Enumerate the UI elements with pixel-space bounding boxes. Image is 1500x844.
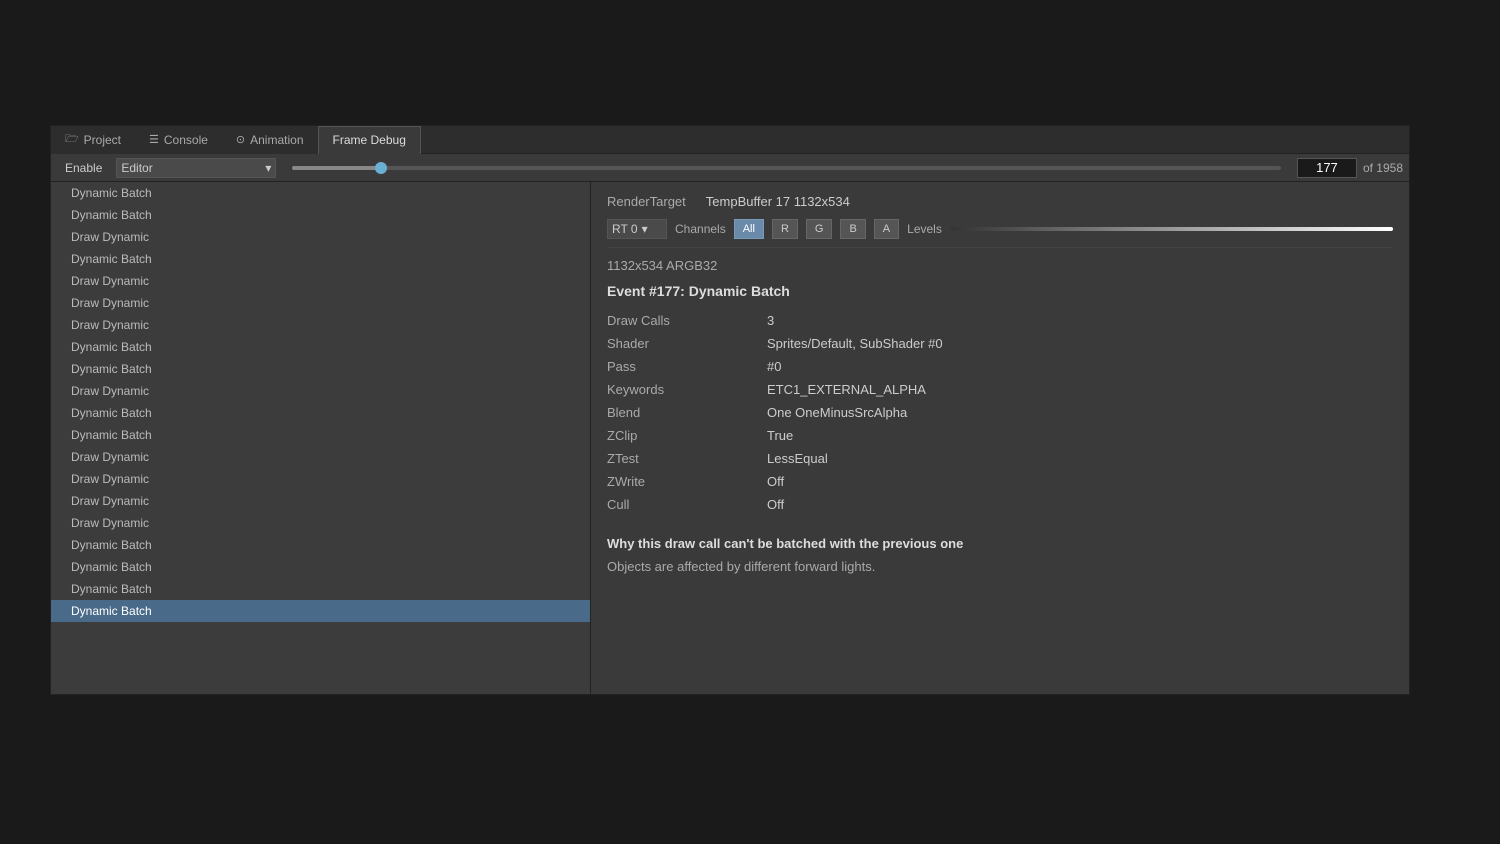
slider-thumb[interactable] [375, 162, 387, 174]
frame-number-input[interactable]: 177 [1297, 158, 1357, 178]
console-icon: ☰ [149, 133, 159, 146]
property-row-5: ZClipTrue [607, 428, 1393, 443]
tab-console-label: Console [164, 133, 208, 147]
property-value: Off [767, 497, 784, 512]
properties-list: Draw Calls3ShaderSprites/Default, SubSha… [607, 313, 1393, 512]
rt-dropdown-label: RT 0 [612, 222, 638, 236]
channel-all-btn[interactable]: All [734, 219, 764, 239]
list-item[interactable]: Dynamic Batch [51, 248, 590, 270]
property-row-8: CullOff [607, 497, 1393, 512]
list-item[interactable]: Dynamic Batch [51, 358, 590, 380]
render-target-value: TempBuffer 17 1132x534 [706, 194, 850, 209]
levels-slider[interactable] [950, 227, 1393, 231]
rt-dropdown-arrow: ▾ [642, 222, 648, 236]
tab-animation-label: Animation [250, 133, 303, 147]
property-label: Blend [607, 405, 767, 420]
property-label: Draw Calls [607, 313, 767, 328]
property-label: ZClip [607, 428, 767, 443]
property-row-2: Pass#0 [607, 359, 1393, 374]
tab-animation[interactable]: ⊙ Animation [222, 126, 318, 154]
property-value: Off [767, 474, 784, 489]
left-panel: Dynamic BatchDynamic BatchDraw DynamicDy… [51, 182, 591, 694]
tab-frame-debug-label: Frame Debug [333, 133, 406, 147]
channels-label: Channels [675, 222, 726, 236]
levels-fill [950, 227, 1393, 231]
channel-a-btn[interactable]: A [874, 219, 899, 239]
property-label: ZTest [607, 451, 767, 466]
property-row-4: BlendOne OneMinusSrcAlpha [607, 405, 1393, 420]
render-target-label: RenderTarget [607, 194, 686, 209]
list-item[interactable]: Draw Dynamic [51, 490, 590, 512]
property-value: One OneMinusSrcAlpha [767, 405, 907, 420]
list-item[interactable]: Dynamic Batch [51, 424, 590, 446]
property-value: Sprites/Default, SubShader #0 [767, 336, 943, 351]
frame-slider-container [282, 166, 1291, 170]
of-total-label: of 1958 [1363, 161, 1403, 175]
tab-frame-debug[interactable]: Frame Debug [318, 126, 421, 154]
editor-dropdown[interactable]: Editor ▾ [116, 158, 276, 178]
dropdown-arrow-icon: ▾ [265, 161, 271, 175]
property-row-1: ShaderSprites/Default, SubShader #0 [607, 336, 1393, 351]
frame-slider-track[interactable] [292, 166, 1281, 170]
tab-console[interactable]: ☰ Console [135, 126, 222, 154]
animation-icon: ⊙ [236, 133, 245, 146]
toolbar: Enable Editor ▾ 177 of 1958 [51, 154, 1409, 182]
channel-r-btn[interactable]: R [772, 219, 798, 239]
property-value: LessEqual [767, 451, 828, 466]
tab-bar: 🗁 Project ☰ Console ⊙ Animation Frame De… [51, 126, 1409, 154]
event-title: Event #177: Dynamic Batch [607, 283, 1393, 299]
list-item[interactable]: Draw Dynamic [51, 292, 590, 314]
render-target-row: RenderTarget TempBuffer 17 1132x534 [607, 194, 1393, 209]
list-item[interactable]: Draw Dynamic [51, 468, 590, 490]
list-item[interactable]: Draw Dynamic [51, 314, 590, 336]
right-panel: RenderTarget TempBuffer 17 1132x534 RT 0… [591, 182, 1409, 694]
batch-reason-text: Objects are affected by different forwar… [607, 559, 1393, 574]
tab-project[interactable]: 🗁 Project [51, 126, 135, 154]
list-item[interactable]: Dynamic Batch [51, 556, 590, 578]
property-row-3: KeywordsETC1_EXTERNAL_ALPHA [607, 382, 1393, 397]
property-label: Keywords [607, 382, 767, 397]
section-divider [607, 520, 1393, 532]
channel-b-btn[interactable]: B [840, 219, 865, 239]
property-row-0: Draw Calls3 [607, 313, 1393, 328]
property-value: #0 [767, 359, 781, 374]
channel-g-btn[interactable]: G [806, 219, 833, 239]
property-label: ZWrite [607, 474, 767, 489]
list-item[interactable]: Dynamic Batch [51, 578, 590, 600]
format-text: 1132x534 ARGB32 [607, 258, 1393, 273]
list-item[interactable]: Dynamic Batch [51, 182, 590, 204]
list-item[interactable]: Draw Dynamic [51, 270, 590, 292]
list-item[interactable]: Dynamic Batch [51, 534, 590, 556]
property-value: True [767, 428, 793, 443]
tab-project-label: Project [84, 133, 121, 147]
property-value: ETC1_EXTERNAL_ALPHA [767, 382, 926, 397]
channels-row: RT 0 ▾ Channels All R G B A Levels [607, 219, 1393, 248]
levels-label: Levels [907, 222, 942, 236]
property-label: Cull [607, 497, 767, 512]
list-item[interactable]: Draw Dynamic [51, 226, 590, 248]
editor-option: Editor [121, 161, 152, 175]
list-item[interactable]: Dynamic Batch [51, 336, 590, 358]
property-label: Shader [607, 336, 767, 351]
list-item[interactable]: Dynamic Batch [51, 204, 590, 226]
list-item[interactable]: Draw Dynamic [51, 512, 590, 534]
property-row-6: ZTestLessEqual [607, 451, 1393, 466]
property-label: Pass [607, 359, 767, 374]
list-item[interactable]: Draw Dynamic [51, 446, 590, 468]
main-window: 🗁 Project ☰ Console ⊙ Animation Frame De… [50, 125, 1410, 695]
list-item[interactable]: Dynamic Batch [51, 600, 590, 622]
content-area: Dynamic BatchDynamic BatchDraw DynamicDy… [51, 182, 1409, 694]
property-value: 3 [767, 313, 774, 328]
rt-dropdown[interactable]: RT 0 ▾ [607, 219, 667, 239]
batch-reason-title: Why this draw call can't be batched with… [607, 536, 1393, 551]
list-item[interactable]: Dynamic Batch [51, 402, 590, 424]
property-row-7: ZWriteOff [607, 474, 1393, 489]
list-item[interactable]: Draw Dynamic [51, 380, 590, 402]
event-list[interactable]: Dynamic BatchDynamic BatchDraw DynamicDy… [51, 182, 590, 694]
project-icon: 🗁 [65, 130, 79, 149]
slider-fill [292, 166, 381, 170]
enable-label: Enable [57, 161, 110, 175]
